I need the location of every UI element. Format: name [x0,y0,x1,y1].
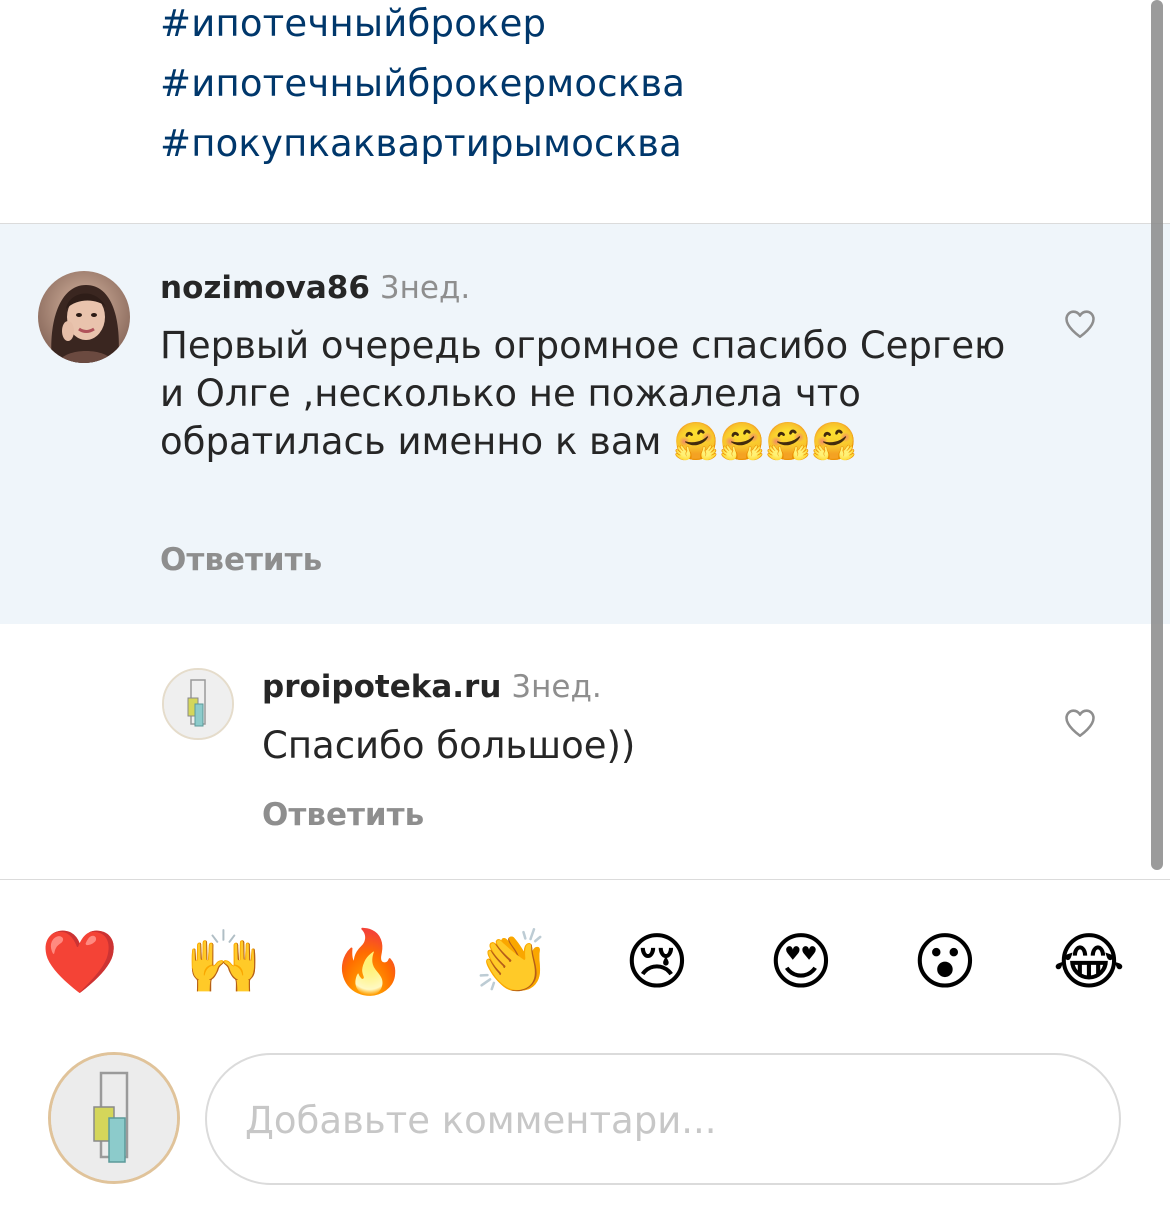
comment-username[interactable]: nozimova86 [160,270,370,306]
heart-outline-icon[interactable] [1061,705,1099,741]
raising-hands-emoji-button[interactable]: 🙌 [182,920,266,1004]
comment-input-container [205,1053,1121,1185]
comment-input[interactable] [243,1055,1087,1185]
clapping-hands-emoji-button[interactable]: 👏 [471,920,555,1004]
scrollbar[interactable] [1151,0,1163,870]
hashtag-link[interactable]: #покупкаквартирымосква [160,114,1120,174]
hashtag-link[interactable]: #ипотечныйброкермосква [160,54,1120,114]
proipoteka-logo-icon [164,670,232,738]
red-heart-emoji-button[interactable]: ❤️ [38,920,122,1004]
heart-eyes-emoji-button[interactable]: 😍 [759,920,843,1004]
comments-screen: #ипотечныйброкер #ипотечныйброкермосква … [0,0,1170,1220]
comment-username[interactable]: proipoteka.ru [262,669,501,705]
divider [0,879,1170,880]
comment-header: proipoteka.ru 3нед. [262,665,602,709]
emoji-reaction-bar: ❤️ 🙌 🔥 👏 😢 😍 😮 😂 [0,920,1170,1004]
surprised-face-emoji-button[interactable]: 😮 [903,920,987,1004]
comment-header: nozimova86 3нед. [160,266,470,310]
hashtag-link[interactable]: #ипотечныйброкер [160,0,1120,54]
avatar[interactable] [48,1052,180,1184]
reply-button[interactable]: Ответить [262,793,424,837]
avatar[interactable] [38,271,130,363]
comment-text: Первый очередь огромное спасибо Сергею и… [160,324,1006,463]
crying-face-emoji-button[interactable]: 😢 [615,920,699,1004]
comment-text: Спасибо большое)) [262,724,636,767]
reply-button[interactable]: Ответить [160,538,322,582]
heart-outline-icon[interactable] [1061,306,1099,342]
avatar[interactable] [162,668,234,740]
fire-emoji-button[interactable]: 🔥 [327,920,411,1004]
tears-of-joy-emoji-button[interactable]: 😂 [1047,920,1131,1004]
comment-timestamp: 3нед. [511,669,602,705]
comment-timestamp: 3нед. [379,270,471,306]
user-photo-icon [38,271,130,363]
proipoteka-logo-icon [51,1055,177,1181]
post-hashtags: #ипотечныйброкер #ипотечныйброкермосква … [160,0,1120,174]
